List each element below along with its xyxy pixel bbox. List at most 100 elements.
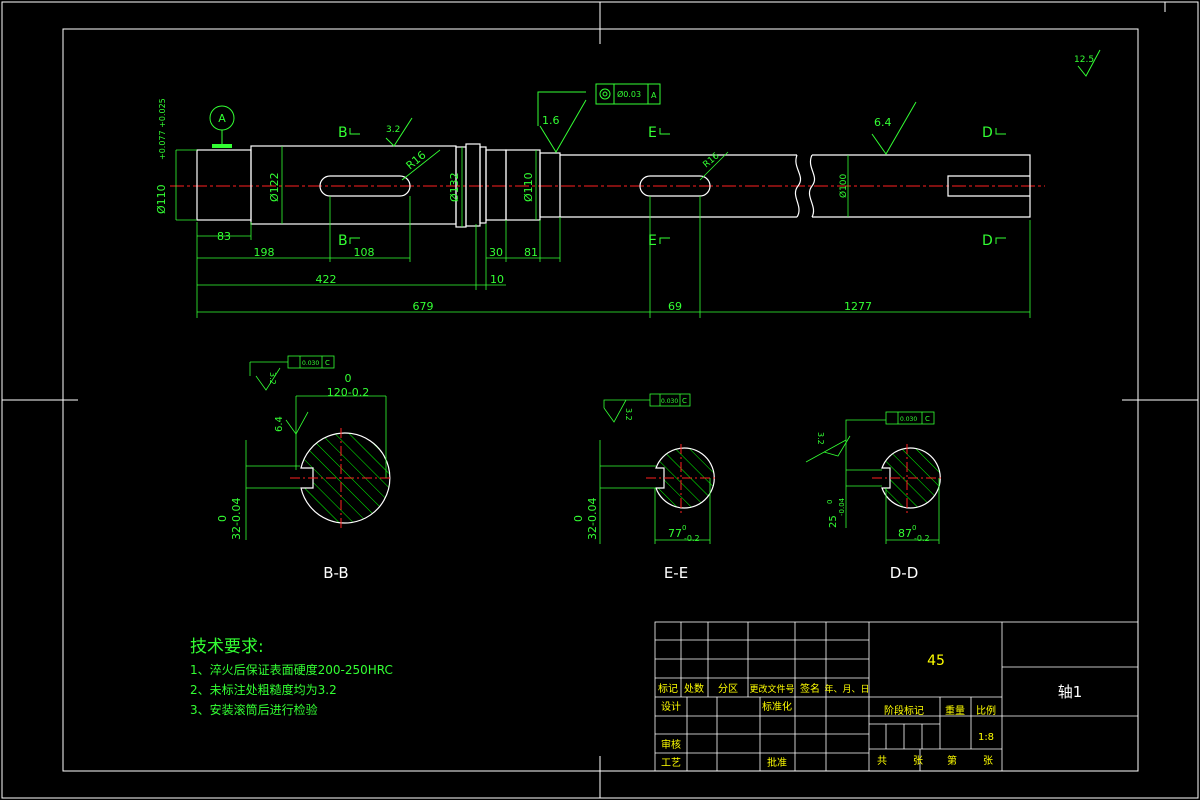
tech-req-heading: 技术要求:	[190, 637, 264, 657]
section-title-b-b: B-B	[323, 564, 348, 582]
tb-qianming: 签名	[800, 682, 820, 695]
tb-biaozhunhua: 标准化	[762, 700, 792, 713]
dd-width-dim: 87	[898, 527, 912, 540]
dim-d-left-tol: +0.077 +0.025	[158, 98, 167, 160]
dim-r16-b: R16	[702, 151, 722, 170]
dim-len-83: 83	[217, 230, 231, 243]
main-dimension-text: Ø110 +0.077 +0.025 Ø122 Ø132 Ø110 Ø100 R…	[155, 98, 872, 313]
shaft-main-view: A Ø110 +0.077 +0.025 Ø122 Ø132 Ø110 Ø100…	[155, 49, 1101, 318]
tb-part-name: 轴1	[1058, 683, 1083, 701]
ee-frame-datum: C	[682, 397, 687, 405]
tb-zhang1: 张	[913, 755, 923, 767]
ee-key-upper: 0	[572, 515, 585, 522]
dd-key-tol: -0.04	[838, 497, 846, 516]
roughness-6-4: 6.4	[874, 116, 892, 129]
tech-req-item-2: 2、未标注处粗糙度均为3.2	[190, 682, 337, 697]
tb-chushu: 处数	[684, 682, 704, 695]
dd-key-upper: 0	[826, 500, 834, 504]
tolerance-value: Ø0.03	[617, 89, 641, 99]
tb-sheji: 设计	[661, 700, 681, 713]
section-markers: B B E E D D	[338, 125, 1006, 249]
section-title-d-d: D-D	[890, 564, 919, 582]
dim-len-422: 422	[316, 273, 337, 286]
tech-req-item-3: 3、安装滚筒后进行检验	[190, 702, 318, 717]
dd-roughness-a: 3.2	[816, 432, 825, 445]
tb-biaoji: 标记	[658, 683, 678, 695]
dim-r16-a: R16	[404, 148, 429, 172]
tb-zhongliang: 重量	[945, 704, 965, 717]
dim-d-132: Ø132	[448, 172, 461, 202]
tech-req-item-1: 1、淬火后保证表面硬度200-250HRC	[190, 662, 393, 677]
tb-bili: 比例	[976, 704, 996, 717]
section-view-b-b: 0 120-0.2 0 32-0.04 3.2 6.4 0.030 C B-B	[216, 355, 392, 582]
dim-d-110: Ø110	[522, 172, 535, 202]
tb-shenhe: 审核	[661, 738, 681, 751]
dd-key-dim: 25	[828, 515, 839, 528]
dim-d-left: Ø110	[155, 184, 168, 214]
bb-roughness-b: 6.4	[274, 416, 285, 432]
roughness-12-5: 12.5	[1074, 55, 1094, 65]
bb-width-dim: 120-0.2	[327, 386, 369, 399]
bb-key-dim: 32-0.04	[230, 498, 243, 540]
tb-gengai: 更改文件号	[749, 683, 794, 695]
tb-gongyi: 工艺	[661, 757, 681, 769]
section-title-e-e: E-E	[664, 564, 688, 582]
section-view-d-d: 87 0 -0.2 25 -0.04 0 3.2 0.030 C D-D	[805, 411, 942, 582]
dim-d-122: Ø122	[268, 172, 281, 202]
dim-len-108: 108	[354, 246, 375, 259]
bb-width-upper: 0	[345, 372, 352, 385]
bb-roughness-a: 3.2	[268, 372, 277, 385]
sheet-outer-border	[1, 1, 1199, 799]
ee-width-dim: 77	[668, 527, 682, 540]
roughness-symbols	[385, 49, 1101, 155]
datum-a-label: A	[218, 112, 226, 125]
section-mark-e-top: E	[648, 125, 657, 141]
tb-jieduan: 阶段标记	[884, 704, 924, 717]
section-mark-e-bottom: E	[648, 233, 657, 249]
dd-frame-datum: C	[925, 415, 930, 423]
bb-key-upper: 0	[216, 515, 229, 522]
roughness-3-2: 3.2	[386, 125, 400, 135]
title-block-text: 标记 处数 分区 更改文件号 签名 年、月、日 设计 标准化 阶段标记 重量 比…	[658, 653, 1082, 769]
tb-date: 年、月、日	[824, 683, 869, 695]
section-mark-d-top: D	[982, 125, 993, 141]
sheet-inner-border	[62, 28, 1139, 772]
section-view-e-e: 77 0 -0.2 0 32-0.04 3.2 0.030 C E-E	[572, 393, 716, 582]
ee-frame-value: 0.030	[661, 398, 678, 405]
tolerance-frame: Ø0.03 A	[595, 83, 661, 105]
tb-scale: 1:8	[978, 732, 994, 743]
ee-width-upper: 0	[682, 524, 686, 532]
roughness-1-6: 1.6	[542, 114, 560, 127]
dim-len-679: 679	[413, 300, 434, 313]
dim-len-30: 30	[489, 246, 503, 259]
dim-len-1277: 1277	[844, 300, 872, 313]
dim-d-100: Ø100	[838, 173, 849, 198]
ee-roughness-a: 3.2	[624, 408, 633, 421]
dd-width-upper: 0	[912, 524, 916, 532]
dd-width-lower: -0.2	[914, 534, 930, 543]
datum-a-symbol: A	[209, 105, 235, 148]
dd-frame-value: 0.030	[900, 416, 917, 423]
tb-material: 45	[927, 653, 945, 669]
section-mark-b-bottom: B	[338, 233, 348, 249]
bb-frame-value: 0.030	[302, 360, 319, 367]
tolerance-datum: A	[651, 91, 657, 100]
tb-di: 第	[947, 754, 957, 767]
tb-pizhun: 批准	[767, 756, 787, 769]
dim-len-10: 10	[490, 273, 504, 286]
tb-zhang2: 张	[983, 755, 993, 767]
dim-len-69: 69	[668, 300, 682, 313]
section-mark-d-bottom: D	[982, 233, 993, 249]
section-mark-b-top: B	[338, 125, 348, 141]
ee-key-dim: 32-0.04	[586, 498, 599, 540]
centering-marks	[2, 1, 1198, 798]
bb-frame-datum: C	[325, 359, 330, 367]
tb-fenqu: 分区	[718, 683, 738, 695]
main-dimension-lines	[175, 146, 1031, 318]
drawing-canvas: A Ø110 +0.077 +0.025 Ø122 Ø132 Ø110 Ø100…	[1, 1, 1199, 799]
dim-len-198: 198	[254, 246, 275, 259]
tech-requirements: 技术要求: 1、淬火后保证表面硬度200-250HRC 2、未标注处粗糙度均为3…	[190, 637, 393, 717]
ee-width-lower: -0.2	[684, 534, 700, 543]
tb-gong: 共	[877, 755, 887, 767]
dim-len-81: 81	[524, 246, 538, 259]
